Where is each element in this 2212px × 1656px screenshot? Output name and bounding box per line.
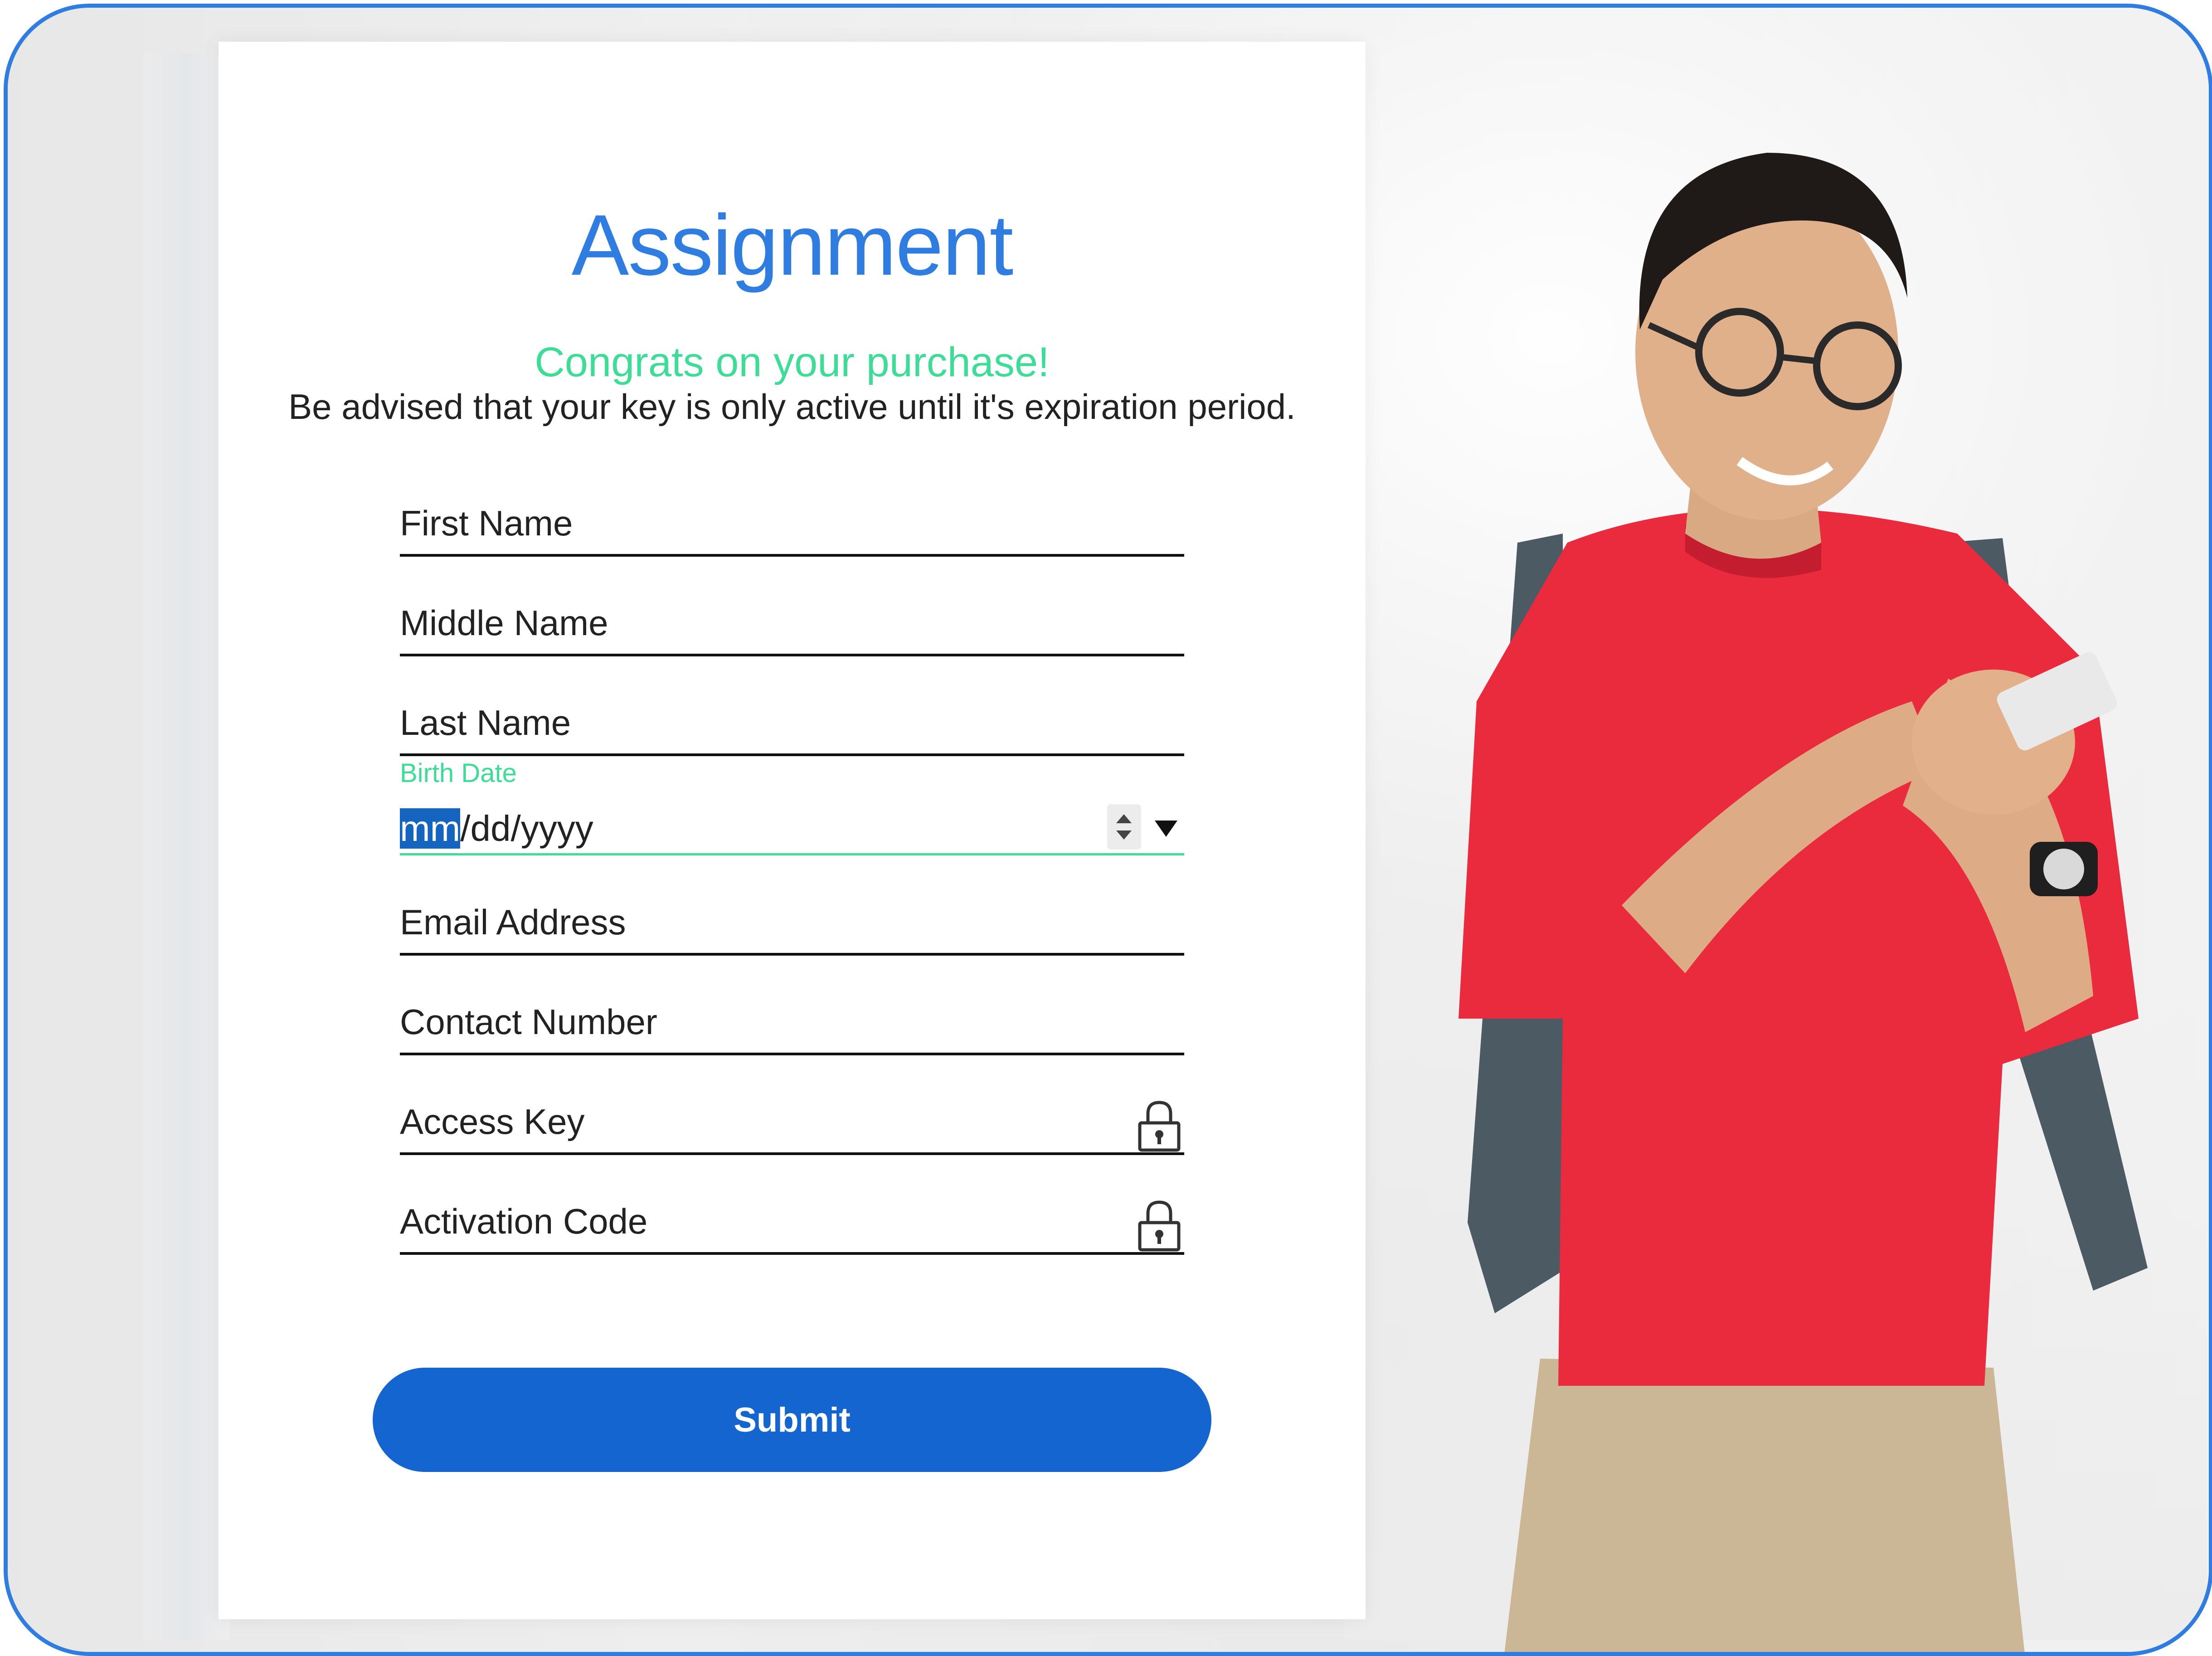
background-blur	[144, 53, 230, 1640]
window-frame: Assignment Congrats on your purchase! Be…	[4, 4, 2212, 1656]
caret-down-icon[interactable]	[1152, 817, 1180, 840]
email-field[interactable]: Email Address	[400, 894, 1184, 956]
birth-date-label: Birth Date	[400, 758, 517, 788]
lock-icon	[1138, 1101, 1181, 1152]
middle-name-placeholder: Middle Name	[400, 603, 608, 643]
last-name-placeholder: Last Name	[400, 703, 571, 743]
first-name-placeholder: First Name	[400, 503, 573, 543]
contact-number-placeholder: Contact Number	[400, 1002, 657, 1042]
first-name-field[interactable]: First Name	[400, 495, 1184, 557]
access-key-field[interactable]: Access Key	[400, 1093, 1184, 1155]
submit-button[interactable]: Submit	[373, 1368, 1211, 1472]
contact-number-field[interactable]: Contact Number	[400, 994, 1184, 1055]
spinner-arrows-icon[interactable]	[1107, 804, 1141, 850]
last-name-field[interactable]: Last Name	[400, 694, 1184, 756]
lock-icon	[1138, 1200, 1181, 1252]
form-title: Assignment	[571, 197, 1014, 293]
email-placeholder: Email Address	[400, 902, 626, 942]
assignment-form-card: Assignment Congrats on your purchase! Be…	[219, 42, 1366, 1619]
birth-date-field[interactable]: mm/dd/yyyy	[400, 794, 1184, 855]
activation-code-placeholder: Activation Code	[400, 1201, 648, 1241]
access-key-placeholder: Access Key	[400, 1102, 585, 1141]
birth-date-value[interactable]: mm/dd/yyyy	[400, 808, 593, 850]
activation-code-field[interactable]: Activation Code	[400, 1193, 1184, 1255]
middle-name-field[interactable]: Middle Name	[400, 595, 1184, 656]
advisory-message: Be advised that your key is only active …	[288, 387, 1296, 427]
birth-date-month-segment[interactable]: mm	[400, 808, 461, 849]
birth-date-rest: /dd/yyyy	[460, 808, 593, 849]
person-with-phone-image	[1458, 153, 2148, 1652]
congrats-message: Congrats on your purchase!	[535, 339, 1050, 385]
